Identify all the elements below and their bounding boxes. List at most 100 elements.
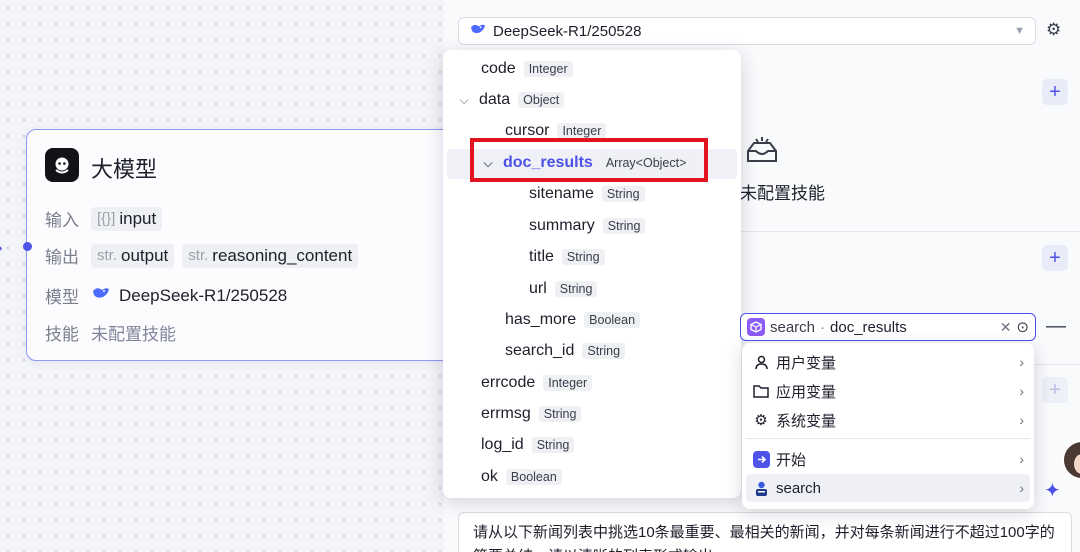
menu-item-label: 开始 (776, 451, 807, 469)
menu-item-app-variables[interactable]: 应用变量 › (746, 377, 1030, 405)
chevron-down-icon[interactable]: ⌵ (457, 93, 471, 108)
chevron-right-icon: › (1019, 451, 1024, 467)
chevron-down-icon: ▼ (1014, 25, 1025, 37)
variable-reference-input[interactable]: search · doc_results ✕ ⊙ (740, 313, 1036, 341)
output-type-prefix: str. (97, 247, 118, 264)
node-input-row: 输入 [{}] input (45, 206, 163, 231)
menu-item-user-variables[interactable]: 用户变量 › (746, 348, 1030, 376)
minus-icon[interactable]: — (1046, 315, 1066, 338)
output-variable-tree: code Integer ⌵ data Object cursor Intege… (443, 50, 741, 498)
tree-item[interactable]: errcode Integer (481, 374, 593, 392)
menu-item-start[interactable]: 开始 › (746, 445, 1030, 473)
node-skill-row: 技能 未配置技能 (45, 320, 176, 345)
output-label: 输出 (45, 248, 79, 267)
tree-item[interactable]: summary String (529, 217, 646, 235)
folder-icon (752, 382, 770, 400)
tree-item[interactable]: log_id String (481, 436, 575, 454)
model-select-value: DeepSeek-R1/250528 (493, 22, 642, 40)
chevron-right-icon: › (1019, 383, 1024, 399)
tree-item-name: ok (481, 468, 498, 485)
model-select[interactable]: DeepSeek-R1/250528 ▼ (458, 17, 1036, 45)
skill-value: 未配置技能 (91, 325, 176, 344)
llm-node[interactable]: 大模型 输入 [{}] input 输出 str. output str. re… (26, 129, 466, 361)
output-name: output (121, 245, 169, 265)
reasoning-content-name: reasoning_content (212, 245, 353, 265)
tree-item-name: code (481, 60, 516, 77)
model-name: DeepSeek-R1/250528 (119, 285, 288, 305)
tree-item[interactable]: sitename String (529, 185, 645, 203)
tree-item-name: sitename (529, 185, 594, 202)
input-handle-arrow-icon[interactable]: › (0, 237, 3, 260)
user-icon (752, 353, 770, 371)
sparkle-icon[interactable]: ✦ (1044, 478, 1061, 503)
chevron-right-icon: › (1019, 412, 1024, 428)
variable-source-menu: 用户变量 › 应用变量 › ⚙ 系统变量 › 开始 › search › (742, 343, 1034, 509)
tree-item-name: summary (529, 217, 595, 234)
variable-picker-icon[interactable]: ⊙ (1016, 318, 1029, 336)
tree-item-name: errmsg (481, 405, 531, 422)
tree-item[interactable]: search_id String (505, 342, 626, 360)
menu-item-search[interactable]: search › (746, 474, 1030, 502)
chevron-right-icon: › (1019, 480, 1024, 496)
plugin-cube-icon (747, 318, 765, 336)
tree-item-name: title (529, 248, 554, 265)
input-name: input (119, 208, 157, 228)
clear-icon[interactable]: ✕ (1000, 319, 1012, 336)
tree-item-type: String (602, 218, 646, 234)
tree-item-type: String (601, 186, 645, 202)
tree-item-name: log_id (481, 436, 524, 453)
prompt-textarea[interactable]: 请从以下新闻列表中挑选10条最重要、最相关的新闻，并对每条新闻进行不超过100字… (458, 512, 1072, 552)
search-node-icon (752, 479, 770, 497)
deepseek-logo-icon (91, 285, 111, 306)
tree-item-name: url (529, 280, 547, 297)
menu-item-label: search (776, 479, 822, 497)
empty-skill-text: 未配置技能 (740, 184, 825, 203)
menu-item-system-variables[interactable]: ⚙ 系统变量 › (746, 406, 1030, 434)
llm-node-icon (45, 148, 79, 182)
tree-item-type: String (561, 249, 605, 265)
tree-item-type: String (554, 281, 598, 297)
input-port[interactable] (23, 242, 32, 251)
gear-icon[interactable]: ⚙ (1046, 20, 1061, 40)
input-tag: [{}] input (91, 206, 163, 231)
input-label: 输入 (45, 211, 79, 230)
reasoning-type-prefix: str. (188, 247, 209, 264)
chevron-right-icon: › (1019, 354, 1024, 370)
tree-item[interactable]: title String (529, 248, 605, 266)
menu-item-label: 用户变量 (776, 354, 837, 372)
tree-item-type: Integer (543, 375, 593, 391)
tree-item[interactable]: code Integer (481, 60, 573, 78)
tree-item-type: Integer (523, 61, 573, 77)
tree-item[interactable]: ok Boolean (481, 468, 562, 486)
tree-item-type: Object (518, 92, 565, 108)
tree-item-name: data (479, 91, 511, 108)
tree-item-type: String (538, 406, 582, 422)
tree-item-type: Boolean (584, 312, 641, 328)
tree-item-type: String (531, 437, 575, 453)
tree-item[interactable]: url String (529, 280, 598, 298)
variable-source: search (770, 318, 816, 336)
tree-item[interactable]: ⌵ data Object (457, 91, 565, 109)
output-tag: str. output (91, 243, 175, 268)
deepseek-logo-icon (469, 22, 487, 40)
tree-item[interactable]: errmsg String (481, 405, 582, 423)
reasoning-content-tag: str. reasoning_content (182, 243, 359, 268)
add-output-button[interactable]: + (1042, 377, 1068, 403)
tree-item-type: Boolean (505, 469, 562, 485)
add-skill-button[interactable]: + (1042, 79, 1068, 105)
variable-separator: · (820, 318, 826, 336)
model-label: 模型 (45, 288, 79, 307)
skill-label: 技能 (45, 325, 79, 344)
annotation-highlight-box (470, 138, 708, 182)
add-input-button[interactable]: + (1042, 245, 1068, 271)
gear-icon: ⚙ (754, 412, 768, 429)
tree-item[interactable]: has_more Boolean (505, 311, 641, 329)
menu-item-label: 应用变量 (776, 383, 837, 401)
tree-item-type: Integer (557, 123, 607, 139)
node-model-row: 模型 DeepSeek-R1/250528 (45, 283, 287, 308)
node-output-row: 输出 str. output str. reasoning_content (45, 243, 359, 268)
tree-item-name: errcode (481, 374, 536, 391)
variable-field: doc_results (830, 318, 907, 336)
tree-item-name: search_id (505, 342, 575, 359)
menu-divider (746, 438, 1030, 439)
